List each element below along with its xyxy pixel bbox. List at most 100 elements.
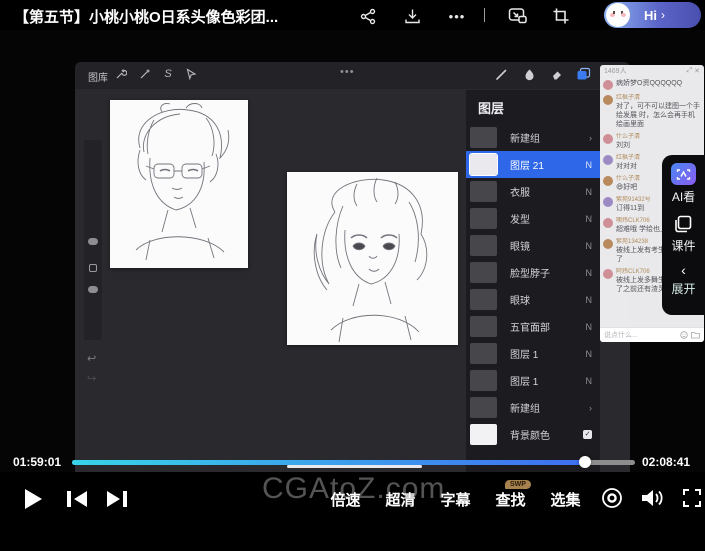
player-control-label[interactable]: 超清: [373, 489, 428, 510]
layer-row[interactable]: 五官面部 N: [466, 313, 600, 340]
download-icon[interactable]: [399, 3, 425, 29]
layer-accessory[interactable]: ›: [589, 133, 592, 143]
courseware-button[interactable]: 课件: [671, 214, 695, 254]
chat-avatar: [603, 95, 613, 105]
chat-username: 紫苑91432号: [616, 196, 651, 204]
total-duration: 02:08:41: [642, 455, 690, 469]
current-time: 01:59:01: [13, 455, 61, 469]
chat-message: 什么子清 刘刘: [603, 133, 701, 150]
selection-icon[interactable]: S: [160, 66, 176, 82]
chat-expand-icon[interactable]: ⤢: [687, 67, 693, 75]
sketch-canvas-wavy-hair: [287, 172, 458, 345]
canvas-modify-dots[interactable]: •••: [340, 66, 355, 78]
brush-icon[interactable]: [493, 66, 509, 82]
chat-avatar: [603, 197, 613, 207]
layer-name: 图层 1: [510, 346, 538, 361]
avatar: [606, 3, 630, 27]
chat-avatar: [603, 176, 613, 186]
layer-row[interactable]: 脸型脖子 N: [466, 259, 600, 286]
layer-accessory[interactable]: N: [586, 349, 593, 359]
screen-cast-icon[interactable]: [548, 3, 574, 29]
chat-avatar: [603, 218, 613, 228]
layers-icon-active[interactable]: [575, 66, 591, 82]
folder-icon[interactable]: [691, 331, 700, 339]
layer-row[interactable]: 眼镜 N: [466, 232, 600, 259]
volume-icon[interactable]: [639, 485, 665, 511]
layer-row[interactable]: 图层 21 N: [466, 151, 600, 178]
undo-icon[interactable]: ↩: [87, 352, 96, 365]
eraser-icon[interactable]: [548, 66, 564, 82]
layer-accessory[interactable]: N: [586, 187, 593, 197]
progress-bar[interactable]: [72, 460, 635, 465]
layer-accessory[interactable]: N: [586, 241, 593, 251]
layer-name: 背景颜色: [510, 427, 550, 442]
user-avatar-button[interactable]: Hi ›: [604, 2, 701, 28]
smudge-icon[interactable]: [521, 66, 537, 82]
redo-icon[interactable]: ↪: [87, 372, 96, 385]
layer-accessory[interactable]: N: [586, 268, 593, 278]
player-control-label[interactable]: 倍速: [318, 489, 373, 510]
ai-watch-button[interactable]: AI看: [671, 163, 696, 205]
layer-thumbnail: [470, 289, 497, 310]
fullscreen-icon[interactable]: [679, 485, 705, 511]
layer-thumbnail: [470, 397, 497, 418]
layer-accessory[interactable]: ✓: [583, 430, 592, 439]
emoji-icon[interactable]: [680, 331, 688, 339]
layer-thumbnail: [470, 424, 497, 445]
layer-row[interactable]: 背景颜色 ✓: [466, 421, 600, 448]
chat-close-icon[interactable]: ✕: [694, 67, 700, 75]
layer-row[interactable]: 新建组 ›: [466, 394, 600, 421]
layers-panel-title: 图层: [478, 98, 504, 117]
layer-accessory[interactable]: N: [586, 160, 593, 170]
layer-accessory[interactable]: N: [586, 214, 593, 224]
progress-thumb[interactable]: [579, 456, 591, 468]
sketch-canvas-glasses: [110, 100, 248, 268]
topbar-divider: [484, 8, 485, 22]
layer-row[interactable]: 眼球 N: [466, 286, 600, 313]
layer-thumbnail: [470, 154, 497, 175]
modify-button[interactable]: [89, 264, 97, 272]
actions-wrench-icon[interactable]: [113, 66, 129, 82]
side-tools-panel: AI看 课件 ‹ 展开: [662, 155, 705, 315]
layer-name: 图层 1: [510, 373, 538, 388]
share-icon[interactable]: [355, 3, 381, 29]
layer-row[interactable]: 图层 1 N: [466, 367, 600, 394]
expand-label: 展开: [671, 280, 695, 297]
layer-name: 衣服: [510, 184, 530, 199]
chat-input-placeholder: 说点什么...: [604, 330, 677, 340]
layer-accessory[interactable]: N: [586, 295, 593, 305]
gallery-button[interactable]: 图库: [88, 69, 108, 84]
expand-button[interactable]: ‹ 展开: [671, 263, 695, 297]
layer-row[interactable]: 图层 1 N: [466, 340, 600, 367]
brush-size-slider[interactable]: [88, 238, 98, 245]
player-control-label[interactable]: 查找: [483, 489, 538, 510]
layer-name: 发型: [510, 211, 530, 226]
more-icon[interactable]: •••: [444, 3, 470, 29]
transform-arrow-icon[interactable]: [183, 66, 199, 82]
layer-accessory[interactable]: ›: [589, 403, 592, 413]
layer-accessory[interactable]: N: [586, 376, 593, 386]
layer-name: 五官面部: [510, 319, 550, 334]
mini-player-icon[interactable]: [505, 3, 531, 29]
player-control-label[interactable]: 字幕: [428, 489, 483, 510]
next-episode-button[interactable]: [102, 484, 132, 514]
layer-row[interactable]: 新建组 ›: [466, 124, 600, 151]
chat-text: 刘刘: [616, 141, 640, 150]
layer-thumbnail: [470, 370, 497, 391]
play-button[interactable]: [18, 484, 48, 514]
layer-accessory[interactable]: N: [586, 322, 593, 332]
layer-row[interactable]: 发型 N: [466, 205, 600, 232]
chat-username: 什么子清: [616, 175, 640, 183]
layer-row[interactable]: 衣服 N: [466, 178, 600, 205]
player-control-label[interactable]: 选集: [538, 489, 593, 510]
chat-input[interactable]: 说点什么...: [600, 327, 704, 342]
ai-camera-icon: [671, 163, 696, 185]
previous-episode-button[interactable]: [62, 484, 92, 514]
adjustments-wand-icon[interactable]: [137, 66, 153, 82]
chat-avatar: [603, 134, 613, 144]
courseware-label: 课件: [671, 237, 695, 254]
chat-message: 病娇梦O资QQQQQQ: [603, 79, 701, 90]
record-ring-icon[interactable]: [599, 485, 625, 511]
brush-opacity-slider[interactable]: [88, 286, 98, 293]
chat-header: 1469人 ⤢ ✕: [600, 65, 704, 77]
